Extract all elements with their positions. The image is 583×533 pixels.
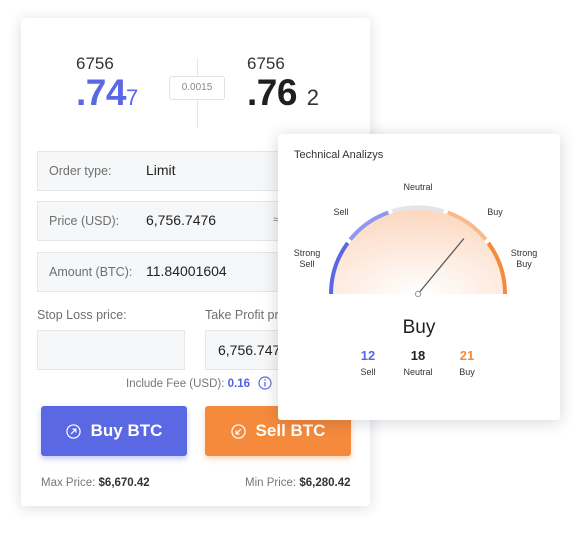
buy-btc-label: Buy BTC xyxy=(90,421,163,440)
gauge-fill xyxy=(333,209,503,294)
price-value: 6,756.7476 xyxy=(146,212,217,228)
gauge-label-strong-buy: Strong Buy xyxy=(510,248,538,269)
ask-price: .76 2 xyxy=(247,72,319,113)
analysis-verdict: Buy xyxy=(402,317,436,338)
max-price: Max Price: $6,670.42 xyxy=(41,477,150,489)
gauge-label-neutral: Neutral xyxy=(403,182,433,192)
gauge-label-buy: Buy xyxy=(487,207,503,217)
stop-loss-label: Stop Loss price: xyxy=(37,308,127,322)
max-price-value: $6,670.42 xyxy=(98,477,150,489)
arrow-up-right-icon xyxy=(65,423,81,439)
stat-buy-label: Buy xyxy=(459,367,475,377)
price-label: Price (USD): xyxy=(49,214,120,228)
order-type-value: Limit xyxy=(146,162,176,178)
gauge-label-sell: Sell xyxy=(333,207,349,217)
technical-analysis-card: Technical Analizys Strong Sell Sell Neut… xyxy=(278,134,560,420)
gauge-label-strong-sell: Strong Sell xyxy=(293,248,321,269)
amount-value: 11.84001604 xyxy=(146,263,227,279)
buy-btc-button[interactable]: Buy BTC xyxy=(41,406,187,456)
gauge-pivot xyxy=(414,290,422,298)
info-icon[interactable] xyxy=(258,376,272,390)
take-profit-value: 6,756.747 xyxy=(218,342,281,358)
take-profit-label: Take Profit pr xyxy=(205,308,279,322)
stop-loss-input[interactable] xyxy=(37,330,185,370)
min-price: Min Price: $6,280.42 xyxy=(245,477,351,489)
ask-base: 6756 xyxy=(247,54,285,73)
spread-badge: 0.0015 xyxy=(169,76,225,100)
ask-quote[interactable]: 6756 .76 2 xyxy=(247,54,319,117)
fee-value: 0.16 xyxy=(227,378,251,390)
bid-price: .747 xyxy=(76,72,138,113)
arrow-down-left-icon xyxy=(230,423,246,439)
stat-buy: 21 Buy xyxy=(432,348,502,377)
sell-btc-label: Sell BTC xyxy=(255,421,326,440)
min-price-value: $6,280.42 xyxy=(299,477,351,489)
stat-buy-count: 21 xyxy=(459,348,475,363)
bid-base: 6756 xyxy=(76,54,114,73)
sentiment-gauge xyxy=(329,205,507,298)
order-type-label: Order type: xyxy=(49,164,112,178)
fee-line: Include Fee (USD): 0.16 xyxy=(126,378,250,390)
fee-label: Include Fee (USD): xyxy=(126,378,225,390)
amount-label: Amount (BTC): xyxy=(49,265,133,279)
bid-quote[interactable]: 6756 .747 xyxy=(76,54,138,117)
